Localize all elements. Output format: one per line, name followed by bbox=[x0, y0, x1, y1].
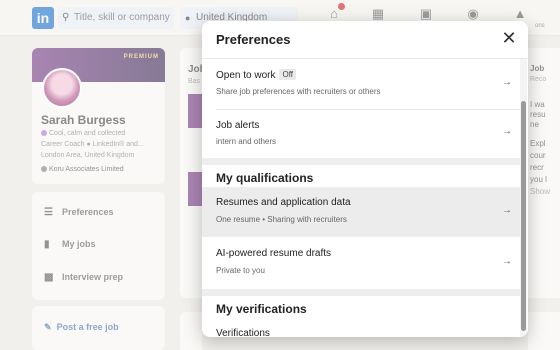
ai-drafts-title: AI-powered resume drafts bbox=[216, 248, 332, 259]
modal-body: Open to work Off Share job preferences wi… bbox=[202, 59, 520, 337]
open-to-work-title: Open to work Off bbox=[216, 69, 297, 81]
resumes-sub: One resume • Sharing with recruiters bbox=[216, 215, 347, 224]
scrollbar[interactable] bbox=[520, 59, 527, 337]
qualifications-heading: My qualifications bbox=[216, 171, 314, 185]
arrow-right-icon: → bbox=[502, 77, 512, 88]
job-alerts-title: Job alerts bbox=[216, 120, 260, 131]
section-gap bbox=[202, 158, 520, 165]
preferences-modal: Preferences ✕ Open to work Off Share job … bbox=[202, 21, 528, 337]
modal-title: Preferences bbox=[216, 32, 291, 47]
ai-drafts-sub: Private to you bbox=[216, 266, 265, 275]
modal-header: Preferences ✕ bbox=[202, 21, 528, 59]
status-badge: Off bbox=[279, 69, 297, 80]
close-icon[interactable]: ✕ bbox=[500, 29, 518, 47]
open-to-work-row[interactable]: Open to work Off Share job preferences wi… bbox=[202, 59, 520, 109]
job-alerts-sub: intern and others bbox=[216, 137, 277, 146]
arrow-right-icon: → bbox=[502, 126, 512, 137]
ai-resume-drafts-row[interactable]: AI-powered resume drafts Private to you … bbox=[202, 238, 520, 288]
verifications-row[interactable]: Verifications bbox=[202, 321, 520, 337]
job-alerts-row[interactable]: Job alerts intern and others → bbox=[202, 110, 520, 158]
open-to-work-label: Open to work bbox=[216, 70, 276, 81]
verifications-title: Verifications bbox=[216, 328, 270, 337]
arrow-right-icon: → bbox=[502, 256, 512, 267]
scrollbar-thumb[interactable] bbox=[521, 101, 526, 331]
verifications-heading: My verifications bbox=[216, 302, 307, 316]
resumes-row[interactable]: Resumes and application data One resume … bbox=[202, 187, 520, 237]
arrow-right-icon: → bbox=[502, 205, 512, 216]
section-gap bbox=[202, 289, 520, 296]
open-to-work-sub: Share job preferences with recruiters or… bbox=[216, 87, 381, 96]
resumes-title: Resumes and application data bbox=[216, 197, 351, 208]
